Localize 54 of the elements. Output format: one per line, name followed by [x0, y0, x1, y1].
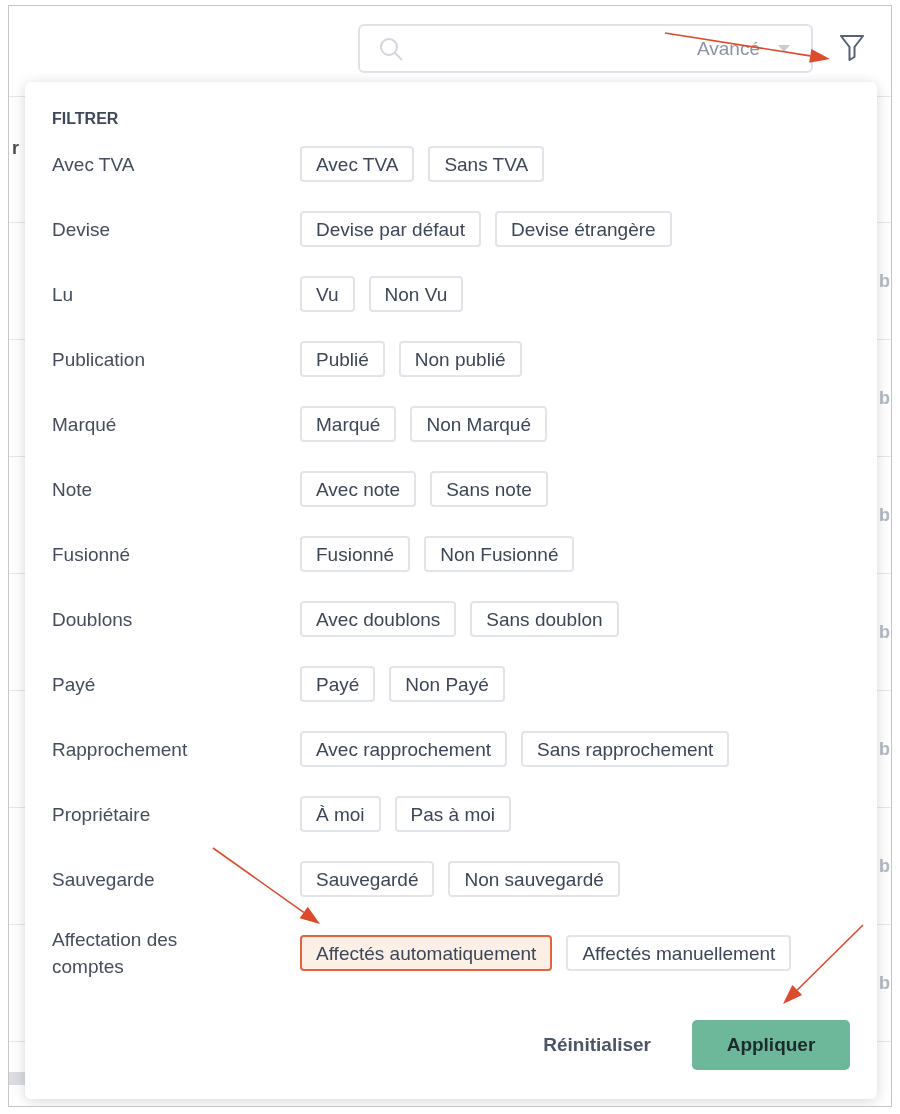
apply-button[interactable]: Appliquer: [692, 1020, 850, 1070]
filter-option[interactable]: Payé: [300, 666, 376, 702]
filter-option[interactable]: Non Fusionné: [424, 536, 575, 572]
filter-option[interactable]: Publié: [300, 341, 385, 377]
search-icon: [379, 36, 403, 61]
filter-option[interactable]: Fusionné: [300, 536, 411, 572]
filter-label: Payé: [52, 672, 96, 697]
filter-option[interactable]: Devise étrangère: [494, 211, 672, 247]
table-text: b: [879, 854, 890, 878]
table-text: b: [879, 386, 890, 410]
filter-label: Fusionné: [52, 542, 131, 567]
scrollbar-thumb[interactable]: [9, 1072, 25, 1085]
filter-label: Lu: [52, 282, 74, 307]
filter-option[interactable]: Marqué: [300, 406, 397, 442]
filter-option[interactable]: Affectés automatiquement: [300, 935, 553, 971]
caret-icon: [778, 45, 790, 52]
table-text: b: [879, 971, 890, 995]
filter-option[interactable]: Non Payé: [389, 666, 505, 702]
filter-label: Devise: [52, 217, 111, 242]
filter-option[interactable]: Sans doublon: [470, 601, 619, 637]
filter-title: FILTRER: [52, 109, 120, 129]
filter-label: Affectation des comptes: [52, 928, 179, 979]
filter-option[interactable]: À moi: [300, 796, 381, 832]
column-header-text: r: [12, 138, 19, 158]
filter-label: Rapprochement: [52, 737, 188, 762]
filter-icon[interactable]: [840, 35, 864, 61]
filter-option[interactable]: Sauvegardé: [300, 861, 435, 897]
table-text: b: [879, 503, 890, 527]
filter-option[interactable]: Avec doublons: [300, 601, 457, 637]
filter-option[interactable]: Vu: [300, 276, 355, 312]
filter-option[interactable]: Avec TVA: [300, 146, 415, 182]
filter-option[interactable]: Affectés manuellement: [566, 935, 792, 971]
filter-option[interactable]: Non Vu: [368, 276, 464, 312]
filter-option[interactable]: Sans TVA: [428, 146, 545, 182]
filter-label: Publication: [52, 347, 145, 372]
filter-label: Marqué: [52, 412, 117, 437]
filter-option[interactable]: Devise par défaut: [300, 211, 481, 247]
filter-label: Propriétaire: [52, 802, 151, 827]
filter-label: Avec TVA: [52, 152, 135, 177]
filter-option[interactable]: Avec note: [300, 471, 417, 507]
filter-option[interactable]: Sans rapprochement: [521, 731, 730, 767]
filter-option[interactable]: Non Marqué: [410, 406, 547, 442]
filter-option[interactable]: Sans note: [430, 471, 548, 507]
filter-option[interactable]: Avec rapprochement: [300, 731, 507, 767]
reset-button[interactable]: Réinitialiser: [543, 1033, 651, 1057]
filter-label: Doublons: [52, 607, 133, 632]
filter-option[interactable]: Non publié: [398, 341, 522, 377]
filter-label: Sauvegarde: [52, 867, 155, 892]
table-text: b: [879, 269, 890, 293]
filter-option[interactable]: Non sauvegardé: [448, 861, 620, 897]
table-text: b: [879, 737, 890, 761]
filter-label: Note: [52, 477, 93, 502]
table-text: b: [879, 620, 890, 644]
filter-option[interactable]: Pas à moi: [394, 796, 512, 832]
